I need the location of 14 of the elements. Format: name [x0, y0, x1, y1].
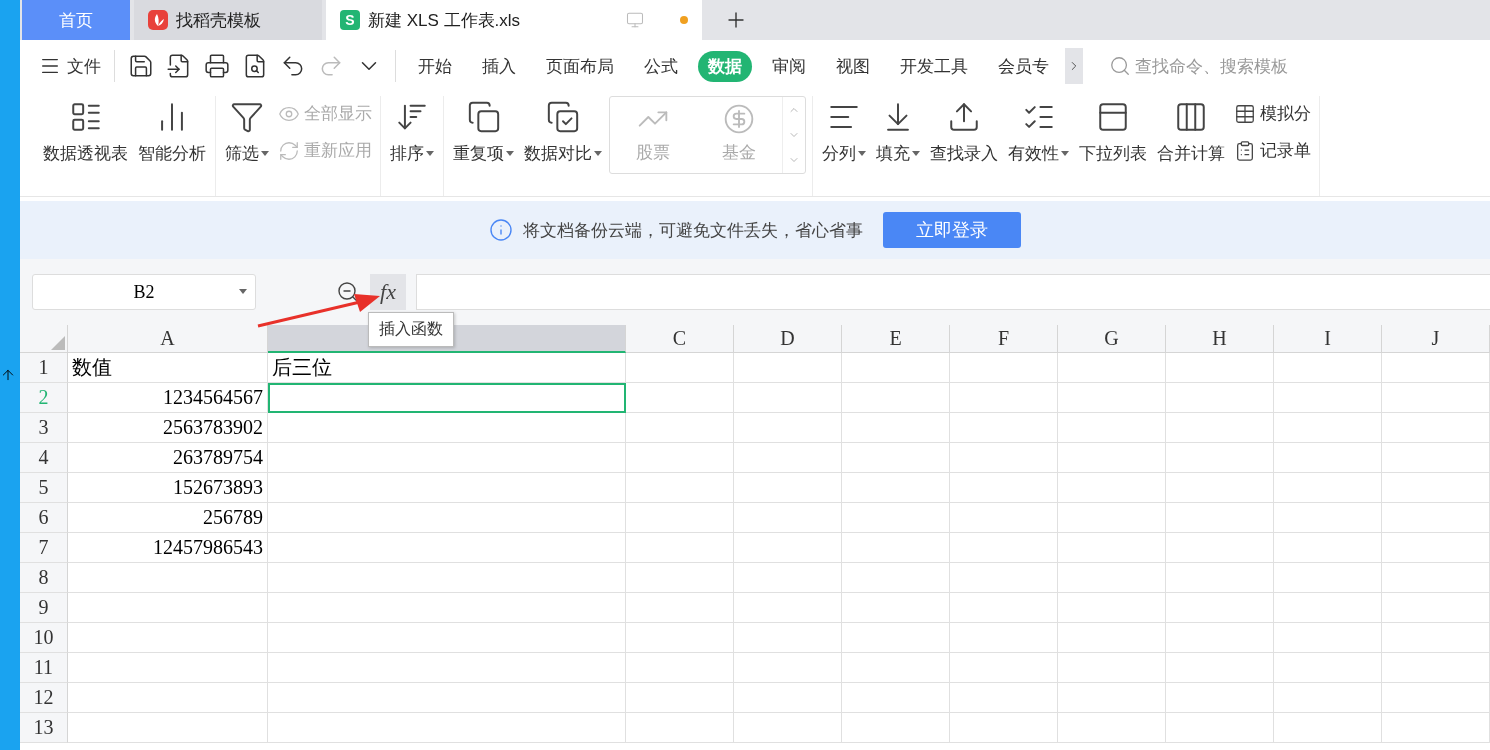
tooltip: 插入函数	[368, 312, 454, 347]
table-cell: 256789	[68, 503, 268, 533]
table-cell: 152673893	[68, 473, 268, 503]
tab-label: 找稻壳模板	[176, 9, 261, 32]
tab-label: 首页	[59, 9, 93, 32]
table-cell: 263789754	[68, 443, 268, 473]
table-cell: 后三位	[268, 353, 626, 383]
tab-label: 新建 XLS 工作表.xls	[368, 9, 521, 32]
notice-text: 将文档备份云端，可避免文件丢失，省心省事	[523, 219, 863, 242]
sheet-logo-icon: S	[340, 10, 360, 30]
table-cell: 12457986543	[68, 533, 268, 563]
table-cell: 数值	[68, 353, 268, 383]
table-cell: 2563783902	[68, 413, 268, 443]
table-cell: 1234564567	[68, 383, 268, 413]
